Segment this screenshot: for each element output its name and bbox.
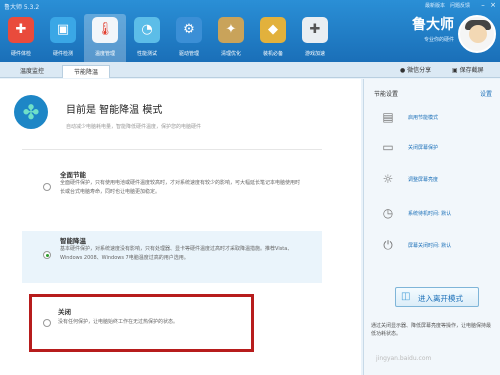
tab-energy-saving[interactable]: 节能降温 (62, 65, 110, 78)
page-title: 目前是 智能降温 模式 (66, 105, 163, 116)
top-links: 最新版本 问题反馈 (425, 2, 470, 9)
nav-item-driver[interactable]: ⚙ 驱动管理 (168, 14, 210, 62)
sidebar-item-screen-off-time[interactable]: ⏻ 屏幕关闭时间: 默认 (378, 235, 496, 257)
clock-icon: ◷ (382, 206, 394, 220)
broom-icon: ✦ (218, 17, 244, 43)
sidebar-item-screensaver[interactable]: ▭ 关闭屏幕保护 (378, 137, 496, 159)
fan-icon: ✤ (14, 95, 48, 129)
minimize-icon[interactable]: – (479, 1, 487, 9)
driver-gear-icon: ⚙ (176, 17, 202, 43)
window-controls: – × (479, 1, 497, 9)
power-icon: ⏻ (383, 238, 393, 252)
nav-item-hardware-detect[interactable]: ▣ 硬件检测 (42, 14, 84, 62)
brand-name: 鲁大师 (412, 17, 454, 33)
enter-mode-button[interactable]: ◫ 进入离开模式 (395, 287, 479, 307)
option-full-saving[interactable]: 全面节能 全面硬件保护，只有使用电池或硬件温度较高时，才对系统速度有较少的影响，… (22, 165, 322, 215)
radio-full-saving[interactable] (43, 183, 51, 191)
sidebar-note: 通过关闭显示器、降低屏幕亮度等操作，让电脑保持最低功耗状态。 (371, 323, 492, 337)
top-bar: 鲁大师 5.3.2 最新版本 问题反馈 – × ✚ 硬件体检 ▣ 硬件检测 🌡 … (0, 0, 500, 62)
sidebar-item-power-save[interactable]: ▤ 启用节能模式 (378, 107, 496, 129)
brand-slogan: 专业你的硬件 (423, 37, 454, 43)
sidebar-item-brightness[interactable]: ☼ 调整屏幕亮度 (378, 169, 496, 191)
settings-link[interactable]: 设置 (480, 89, 492, 98)
close-icon[interactable]: × (489, 1, 497, 9)
nav-item-health-check[interactable]: ✚ 硬件体检 (0, 14, 42, 62)
nav-item-cleanup[interactable]: ✦ 清理优化 (210, 14, 252, 62)
brightness-icon: ☼ (382, 172, 394, 186)
sidebar-title: 节能设置 (374, 91, 399, 98)
nav-item-essentials[interactable]: ◆ 装机必备 (252, 14, 294, 62)
health-check-icon: ✚ (8, 17, 34, 43)
nav-item-temperature[interactable]: 🌡 温度管理 (84, 14, 126, 62)
nav-item-game[interactable]: ✚ 游戏加速 (294, 14, 336, 62)
avatar (458, 15, 496, 53)
app-title: 鲁大师 5.3.2 (4, 4, 40, 11)
box-icon: ◆ (260, 17, 286, 43)
hardware-detect-icon: ▣ (50, 17, 76, 43)
highlight-box (29, 294, 254, 352)
divider (22, 149, 322, 150)
gamepad-icon: ✚ (302, 17, 328, 43)
monitor-icon: ▭ (382, 140, 394, 154)
tab-bar: 温度监控 节能降温 ● 微信分享 ▣ 保存截屏 (0, 62, 500, 78)
page-subtitle: 自动减少电脑耗电量，智能降低硬件温度，保护您的电脑硬件 (66, 124, 202, 130)
watermark: jingyan.baidu.com (376, 355, 432, 362)
main-nav: ✚ 硬件体检 ▣ 硬件检测 🌡 温度管理 ◔ 性能测试 ⚙ 驱动管理 ✦ 清理优… (0, 14, 336, 62)
tab-temperature-monitor[interactable]: 温度监控 (8, 65, 56, 78)
radio-smart-cooling[interactable] (43, 251, 51, 259)
power-save-icon: ▤ (382, 110, 394, 124)
feedback-link[interactable]: 问题反馈 (450, 2, 470, 9)
save-screenshot-link[interactable]: ▣ 保存截屏 (452, 65, 484, 74)
latest-version-link[interactable]: 最新版本 (425, 2, 445, 9)
option-smart-cooling[interactable]: 智能降温 基本硬件保护，对系统速度没有影响，只有处理器、显卡等硬件温度过高时才采… (22, 231, 322, 283)
nav-item-performance[interactable]: ◔ 性能测试 (126, 14, 168, 62)
thermometer-icon: 🌡 (92, 17, 118, 43)
wechat-share-link[interactable]: ● 微信分享 (400, 65, 431, 74)
sidebar-item-standby-time[interactable]: ◷ 系统待机时间: 默认 (378, 203, 496, 225)
mode-icon: ◫ (401, 291, 411, 302)
speedometer-icon: ◔ (134, 17, 160, 43)
